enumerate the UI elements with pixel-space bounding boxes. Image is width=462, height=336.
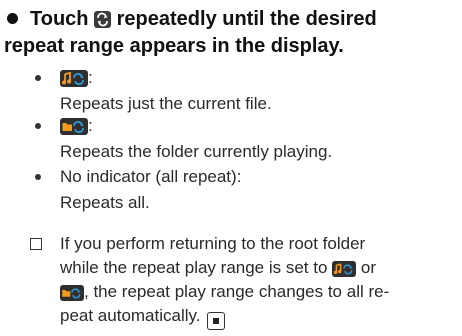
option-label-suffix: : [88, 68, 93, 87]
bullet-icon [35, 75, 41, 81]
repeat-current-file-icon [332, 261, 357, 277]
option-folder: : Repeats the folder currently playing. [0, 114, 462, 164]
repeat-button-icon [94, 11, 112, 28]
repeat-folder-icon [60, 118, 88, 135]
note-line3: , the repeat play range changes to all r… [84, 282, 390, 301]
bullet-icon [35, 174, 41, 180]
end-of-section-icon [207, 312, 226, 330]
instruction-rest: repeatedly until the desired [116, 8, 377, 30]
note-text: If you perform returning to the root fol… [60, 232, 454, 330]
option-description: Repeats all. [60, 193, 150, 212]
repeat-current-file-icon [60, 70, 88, 87]
option-current-file: : Repeats just the current file. [0, 66, 462, 116]
note: If you perform returning to the root fol… [30, 232, 454, 330]
bullet-icon [35, 123, 41, 129]
touch-word: Touch [30, 8, 89, 30]
instruction-line2: repeat range appears in the display. [4, 35, 344, 57]
note-line2-suffix: or [360, 258, 377, 277]
note-checkbox-icon [30, 238, 42, 250]
note-line2: while the repeat play range is set to [60, 258, 328, 277]
option-all-repeat: No indicator (all repeat): Repeats all. [0, 165, 462, 215]
option-head: : [60, 66, 93, 89]
instruction-heading: Touch repeatedly until the desired repea… [4, 6, 456, 60]
option-label: No indicator (all repeat): [60, 167, 242, 186]
option-label-suffix: : [88, 116, 93, 135]
bullet-icon [7, 13, 18, 25]
option-description: Repeats the folder currently playing. [60, 142, 333, 161]
note-line4: peat automatically. [60, 306, 201, 325]
note-line1: If you perform returning to the root fol… [60, 234, 366, 253]
option-head: : [60, 114, 93, 137]
option-description: Repeats just the current file. [60, 94, 272, 113]
repeat-folder-icon [60, 285, 84, 301]
